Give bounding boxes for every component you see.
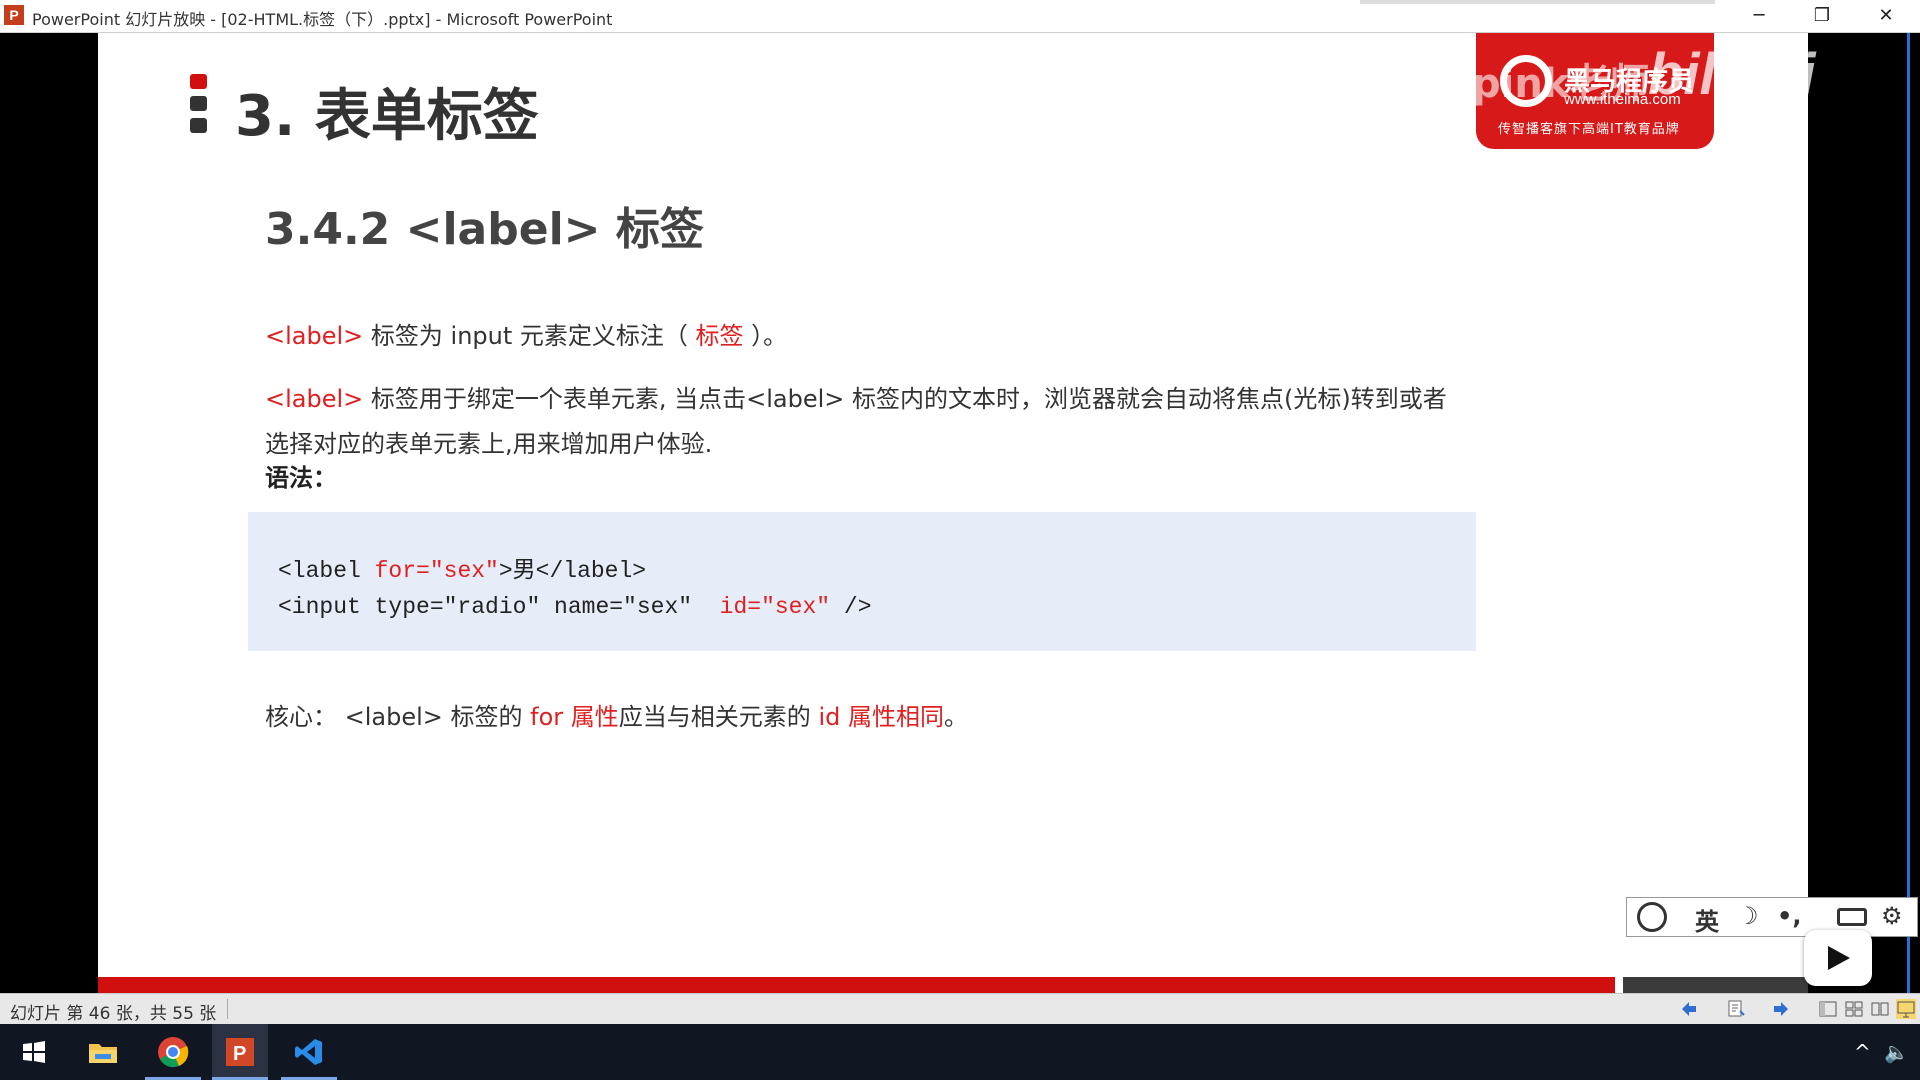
vscode-icon bbox=[295, 1039, 322, 1065]
normal-view-icon[interactable] bbox=[1818, 999, 1838, 1019]
restore-button[interactable]: ❐ bbox=[1791, 0, 1853, 30]
para1-text: 标签为 input 元素定义标注（ bbox=[363, 322, 696, 350]
taskbar-chrome[interactable] bbox=[145, 1024, 201, 1080]
para1-highlight: 标签 bbox=[695, 322, 744, 350]
taskbar-powerpoint[interactable]: P bbox=[212, 1024, 268, 1080]
id-attr-highlight: id 属性相同 bbox=[818, 703, 944, 731]
play-icon bbox=[1828, 946, 1850, 970]
punctuation-icon[interactable]: •, bbox=[1777, 902, 1801, 930]
folder-icon bbox=[89, 1044, 117, 1063]
powerpoint-icon: P bbox=[4, 5, 24, 25]
slideshow-area[interactable]: 3. 表单标签 黑马程序员 www.itheima.com 传智播客旗下高端IT… bbox=[0, 33, 1920, 993]
settings-gear-icon[interactable]: ⚙ bbox=[1881, 902, 1903, 930]
paragraph-2-line-1: <label> 标签用于绑定一个表单元素, 当点击<label> 标签内的文本时… bbox=[265, 379, 1447, 414]
reading-view-icon[interactable] bbox=[1870, 999, 1890, 1019]
minimize-button[interactable]: ─ bbox=[1728, 0, 1790, 30]
slide-title: 3. 表单标签 bbox=[235, 84, 539, 149]
for-attribute: for="sex" bbox=[374, 558, 499, 584]
title-bar: P PowerPoint 幻灯片放映 - [02-HTML.标签（下）.pptx… bbox=[0, 0, 1920, 33]
status-bar: 幻灯片 第 46 张，共 55 张 bbox=[0, 993, 1920, 1025]
volume-icon[interactable]: 🔈 bbox=[1884, 1040, 1909, 1064]
slide[interactable]: 3. 表单标签 黑马程序员 www.itheima.com 传智播客旗下高端IT… bbox=[98, 33, 1808, 993]
ime-logo-icon[interactable] bbox=[1637, 902, 1667, 932]
slideshow-view-icon[interactable] bbox=[1896, 999, 1916, 1019]
next-slide-icon[interactable] bbox=[1770, 999, 1790, 1019]
logo-tagline: 传智播客旗下高端IT教育品牌 bbox=[1498, 122, 1680, 137]
slide-menu-icon[interactable] bbox=[1726, 999, 1746, 1019]
keyboard-icon[interactable] bbox=[1837, 908, 1867, 926]
status-separator bbox=[227, 999, 228, 1019]
slide-scroll-edge bbox=[1907, 33, 1910, 993]
ime-language-toggle[interactable]: 英 bbox=[1695, 902, 1719, 937]
label-tag: <label> bbox=[265, 322, 364, 350]
para1-end: ）。 bbox=[743, 322, 788, 350]
label-tag: <label> bbox=[265, 385, 364, 413]
title-bar-shadow bbox=[1360, 0, 1715, 4]
taskbar-vscode[interactable] bbox=[281, 1024, 337, 1080]
footer-red-bar bbox=[98, 977, 1615, 993]
close-button[interactable]: ✕ bbox=[1855, 0, 1917, 30]
id-attribute: id="sex" bbox=[719, 594, 831, 620]
taskbar-file-explorer[interactable] bbox=[75, 1024, 131, 1080]
code-line-2: <input type="radio" name="sex" id="sex" … bbox=[278, 594, 872, 620]
windows-icon bbox=[23, 1041, 45, 1063]
previous-slide-icon[interactable] bbox=[1680, 999, 1700, 1019]
tray-chevron-icon[interactable]: ^ bbox=[1854, 1040, 1871, 1064]
play-button[interactable] bbox=[1804, 930, 1872, 986]
core-note: 核心： <label> 标签的 for 属性应当与相关元素的 id 属性相同。 bbox=[265, 703, 968, 731]
syntax-label: 语法： bbox=[265, 464, 337, 492]
for-attr-highlight: for 属性 bbox=[530, 703, 619, 731]
powerpoint-taskbar-icon: P bbox=[226, 1038, 254, 1066]
footer-gray-bar bbox=[1623, 977, 1808, 993]
moon-icon[interactable]: ☽ bbox=[1737, 902, 1759, 930]
paragraph-1: <label> 标签为 input 元素定义标注（ 标签 ）。 bbox=[265, 316, 787, 351]
chrome-icon bbox=[158, 1037, 189, 1068]
taskbar: P ^ 🔈 bbox=[0, 1024, 1920, 1080]
slide-sorter-icon[interactable] bbox=[1844, 999, 1864, 1019]
section-heading: 3.4.2 <label> 标签 bbox=[265, 204, 704, 255]
code-line-1: <label for="sex">男</label> bbox=[278, 558, 647, 584]
heading-bullet-icon bbox=[190, 74, 207, 134]
paragraph-2-line-2: 选择对应的表单元素上,用来增加用户体验. bbox=[265, 430, 713, 458]
code-block: <label for="sex">男</label> <input type="… bbox=[248, 512, 1476, 651]
bilibili-watermark: bilibili bbox=[1648, 42, 1816, 107]
window-title: PowerPoint 幻灯片放映 - [02-HTML.标签（下）.pptx] … bbox=[32, 10, 613, 29]
windows-start-button[interactable] bbox=[6, 1024, 62, 1080]
para2-text: 标签用于绑定一个表单元素, 当点击<label> 标签内的文本时，浏览器就会自动… bbox=[363, 385, 1447, 413]
slide-counter: 幻灯片 第 46 张，共 55 张 bbox=[10, 1004, 217, 1024]
svg-text:P: P bbox=[233, 1043, 246, 1065]
ime-toolbar[interactable]: 英 ☽ •, ⚙ bbox=[1626, 897, 1918, 937]
watermark-name: 黑马程序员pink老师 bbox=[1272, 61, 1650, 107]
